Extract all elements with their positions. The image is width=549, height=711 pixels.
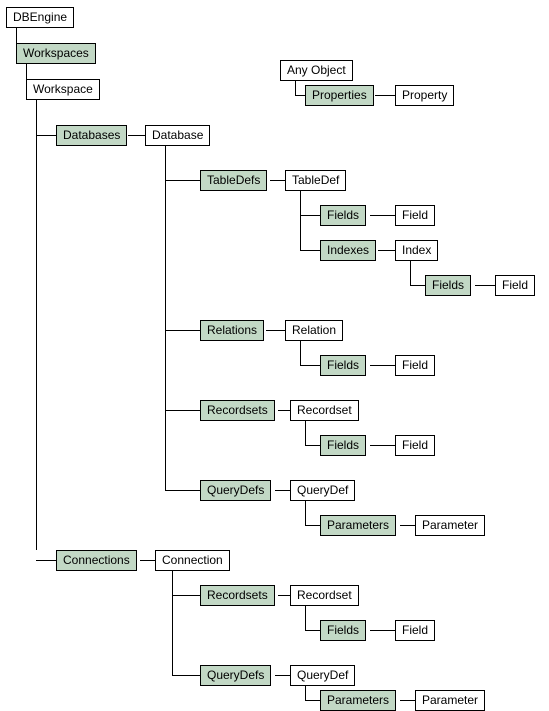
connector: [305, 501, 306, 525]
connector: [300, 215, 320, 216]
connector: [128, 135, 145, 136]
node-fields: Fields: [320, 620, 366, 641]
connector: [278, 410, 290, 411]
connector: [295, 95, 305, 96]
node-workspaces: Workspaces: [16, 43, 96, 64]
connector: [295, 81, 296, 95]
connector: [270, 180, 285, 181]
connector: [475, 285, 495, 286]
node-tabledefs: TableDefs: [200, 170, 267, 191]
node-recordsets: Recordsets: [200, 585, 275, 606]
diagram-canvas: DBEngine Workspaces Workspace Databases …: [0, 0, 549, 707]
connector: [165, 490, 200, 491]
node-field: Field: [395, 355, 435, 376]
connector: [36, 560, 56, 561]
node-parameters: Parameters: [320, 515, 396, 536]
connector: [305, 686, 306, 700]
connector: [400, 525, 415, 526]
connector: [400, 700, 415, 701]
node-parameter: Parameter: [415, 690, 485, 711]
connector: [370, 445, 395, 446]
node-fields: Fields: [320, 435, 366, 456]
connector: [300, 365, 320, 366]
connector: [172, 675, 200, 676]
connector: [305, 606, 306, 630]
node-fields: Fields: [425, 275, 471, 296]
connector: [305, 630, 320, 631]
connector: [275, 675, 290, 676]
node-querydef: QueryDef: [290, 665, 355, 686]
node-recordsets: Recordsets: [200, 400, 275, 421]
connector: [165, 146, 166, 490]
connector: [300, 341, 301, 365]
node-anyobject: Any Object: [280, 60, 353, 81]
node-tabledef: TableDef: [285, 170, 346, 191]
node-field: Field: [495, 275, 535, 296]
connector: [370, 365, 395, 366]
connector: [370, 630, 395, 631]
connector: [410, 261, 411, 285]
connector: [378, 250, 395, 251]
connector: [165, 180, 200, 181]
node-database: Database: [145, 125, 210, 146]
node-property: Property: [395, 85, 454, 106]
connector: [165, 330, 200, 331]
connector: [172, 595, 200, 596]
node-parameter: Parameter: [415, 515, 485, 536]
connector: [370, 215, 395, 216]
connector: [140, 560, 155, 561]
node-databases: Databases: [56, 125, 127, 146]
connector: [278, 595, 290, 596]
connector: [266, 330, 285, 331]
node-field: Field: [395, 620, 435, 641]
connector: [172, 571, 173, 675]
node-field: Field: [395, 435, 435, 456]
node-properties: Properties: [305, 85, 374, 106]
node-connections: Connections: [56, 550, 137, 571]
node-querydef: QueryDef: [290, 480, 355, 501]
node-index: Index: [395, 240, 438, 261]
node-querydefs: QueryDefs: [200, 480, 271, 501]
connector: [275, 490, 290, 491]
connector: [375, 95, 395, 96]
node-dbengine: DBEngine: [6, 7, 74, 28]
connector: [305, 525, 320, 526]
node-indexes: Indexes: [320, 240, 376, 261]
connector: [300, 191, 301, 250]
connector: [165, 410, 200, 411]
node-connection: Connection: [155, 550, 230, 571]
node-workspace: Workspace: [26, 79, 100, 100]
connector: [305, 421, 306, 445]
node-querydefs: QueryDefs: [200, 665, 271, 686]
connector: [300, 250, 320, 251]
node-field: Field: [395, 205, 435, 226]
connector: [305, 700, 320, 701]
node-parameters: Parameters: [320, 690, 396, 711]
node-recordset: Recordset: [290, 400, 359, 421]
node-recordset: Recordset: [290, 585, 359, 606]
connector: [410, 285, 425, 286]
node-fields: Fields: [320, 205, 366, 226]
connector: [36, 100, 37, 550]
node-relation: Relation: [285, 320, 343, 341]
node-fields: Fields: [320, 355, 366, 376]
connector: [36, 135, 56, 136]
connector: [305, 445, 320, 446]
node-relations: Relations: [200, 320, 264, 341]
